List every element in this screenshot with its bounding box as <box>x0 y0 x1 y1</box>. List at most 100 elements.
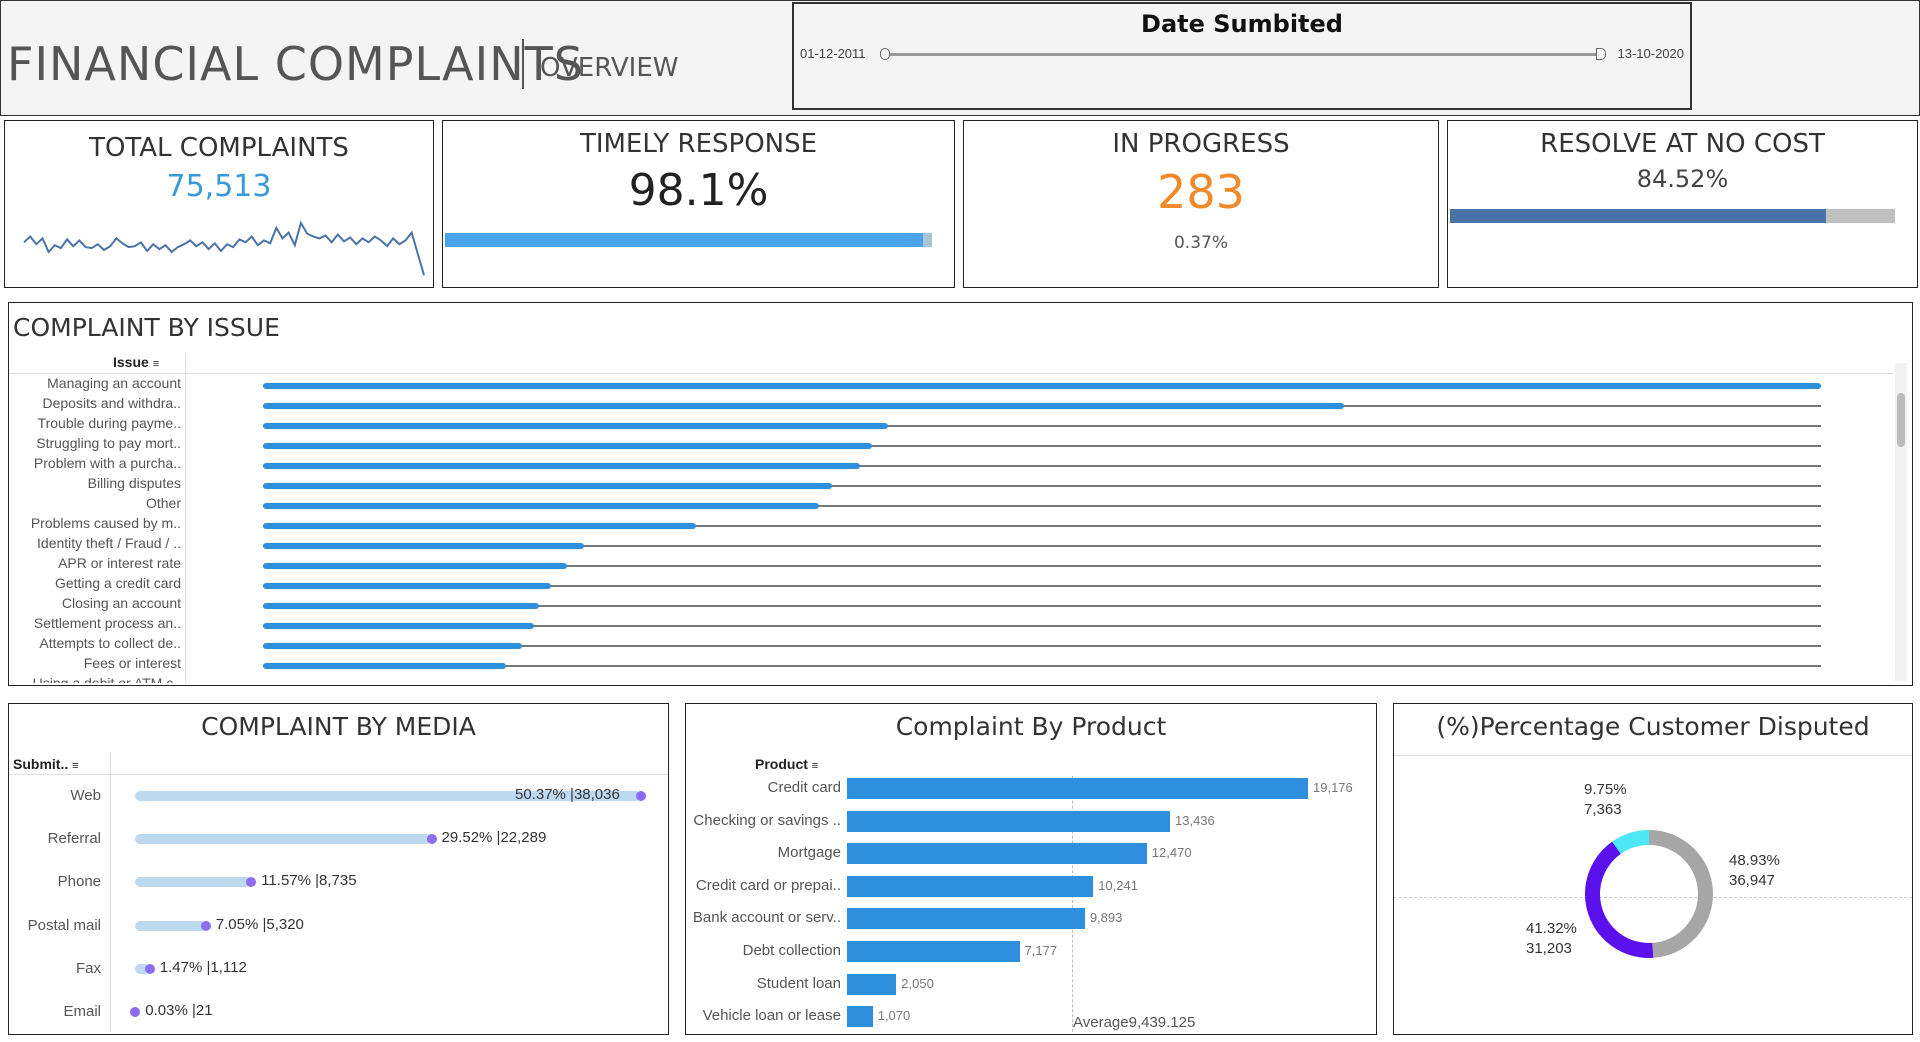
complaint-by-media-panel: COMPLAINT BY MEDIA Submit.. ≡ Web 50.37% … <box>8 703 669 1035</box>
media-dot[interactable] <box>144 963 155 974</box>
media-dot[interactable] <box>130 1007 141 1017</box>
issue-label: Billing disputes <box>87 475 181 491</box>
in-progress-title: IN PROGRESS <box>1112 129 1290 159</box>
media-dot[interactable] <box>200 920 211 931</box>
sort-icon[interactable]: ≡ <box>153 358 159 370</box>
issue-row[interactable]: Billing disputes <box>9 475 1893 495</box>
product-value-label: 9,893 <box>1089 910 1123 926</box>
average-label: Average9,439.125 <box>1073 1014 1196 1031</box>
issue-bar[interactable] <box>263 583 552 589</box>
donut-purple-count: 31,203 <box>1526 940 1572 957</box>
product-bar[interactable] <box>847 908 1085 930</box>
product-label: Debt collection <box>742 942 841 959</box>
issue-bar[interactable] <box>263 523 697 529</box>
media-dot[interactable] <box>636 791 646 801</box>
resolve-no-cost-card: RESOLVE AT NO COST 84.52% <box>1447 120 1918 288</box>
issue-scrollbar-thumb[interactable] <box>1897 393 1905 447</box>
issue-column-header[interactable]: Issue ≡ <box>113 354 159 370</box>
media-value-label: 0.03% |21 <box>145 1002 213 1019</box>
resolve-no-cost-bar-track <box>1450 209 1895 223</box>
issue-row[interactable]: Identity theft / Fraud / .. <box>9 535 1893 555</box>
issue-bar[interactable] <box>263 603 539 609</box>
complaint-by-product-panel: Complaint By Product Product ≡ Credit ca… <box>685 703 1377 1035</box>
issue-bar[interactable] <box>263 383 1821 389</box>
date-slider-end-handle[interactable] <box>1596 48 1606 60</box>
issue-bar[interactable] <box>263 543 584 549</box>
media-value-label: 50.37% |38,036 <box>515 786 620 803</box>
issue-bar[interactable] <box>263 403 1345 409</box>
product-bar[interactable] <box>847 843 1147 865</box>
media-bar[interactable] <box>135 920 206 931</box>
issue-chart-title: COMPLAINT BY ISSUE <box>13 313 280 342</box>
issue-label: Other <box>145 495 181 511</box>
issue-row[interactable]: Fees or interest <box>9 655 1893 675</box>
issue-label: Fees or interest <box>83 655 181 671</box>
disputed-header-divider <box>1394 755 1912 756</box>
product-bar[interactable] <box>847 778 1308 799</box>
media-dot[interactable] <box>426 834 437 845</box>
product-bar[interactable] <box>847 1006 873 1028</box>
issue-row[interactable]: Struggling to pay mort.. <box>9 435 1893 455</box>
issue-label: APR or interest rate <box>58 555 181 571</box>
issue-row[interactable]: Deposits and withdra.. <box>9 395 1893 415</box>
media-dot[interactable] <box>246 877 257 888</box>
total-complaints-sparkline <box>23 220 425 276</box>
media-bar[interactable] <box>135 834 432 845</box>
date-slider-start-handle[interactable] <box>880 48 890 60</box>
issue-bar[interactable] <box>263 463 860 469</box>
issue-row[interactable]: Trouble during payme.. <box>9 415 1893 435</box>
issue-row[interactable]: APR or interest rate <box>9 555 1893 575</box>
timely-response-card: TIMELY RESPONSE 98.1% <box>442 120 955 288</box>
issue-row[interactable]: Settlement process an.. <box>9 615 1893 635</box>
issue-row[interactable]: Attempts to collect de.. <box>9 635 1893 655</box>
product-label: Mortgage <box>777 844 841 862</box>
issue-row[interactable]: Using a debit or ATM c.. <box>9 675 1893 683</box>
issue-label: Getting a credit card <box>54 575 181 591</box>
donut-label-cyan: 9.75% 7,363 <box>1584 780 1627 820</box>
issue-bar[interactable] <box>263 443 873 449</box>
issue-label: Identity theft / Fraud / .. <box>37 535 181 551</box>
issue-row[interactable]: Other <box>9 495 1893 515</box>
sparkline-series-line <box>23 220 425 276</box>
issue-label: Struggling to pay mort.. <box>36 435 181 451</box>
issue-bar[interactable] <box>263 483 832 489</box>
product-rows: Credit card 19,176 Checking or savings .. 1… <box>686 704 1376 1034</box>
date-start-label: 01-12-2011 <box>800 46 866 61</box>
product-bar[interactable] <box>847 973 897 995</box>
media-rows: Web 50.37% |38,036 Referral 29.52% |22,289 P… <box>9 704 668 1034</box>
date-slider-track[interactable] <box>886 53 1600 56</box>
dashboard-title: FINANCIAL COMPLAINTS <box>7 37 584 91</box>
issue-row[interactable]: Closing an account <box>9 595 1893 615</box>
issue-bar[interactable] <box>263 623 535 629</box>
timely-response-bar-track <box>445 233 932 247</box>
product-label: Checking or savings .. <box>693 811 841 829</box>
media-label: Phone <box>57 873 101 891</box>
resolve-no-cost-bar-fill <box>1450 209 1827 223</box>
resolve-no-cost-title: RESOLVE AT NO COST <box>1540 129 1825 159</box>
issue-label: Closing an account <box>61 595 181 611</box>
media-value-label: 29.52% |22,289 <box>441 829 547 847</box>
issue-bar[interactable] <box>263 663 507 669</box>
product-bar[interactable] <box>847 941 1020 962</box>
donut-grey-count: 36,947 <box>1729 872 1775 889</box>
product-bar[interactable] <box>847 810 1170 832</box>
issue-label: Problems caused by m.. <box>30 515 181 531</box>
media-bar[interactable] <box>135 877 252 888</box>
issue-row[interactable]: Managing an account <box>9 375 1893 395</box>
issue-bar[interactable] <box>263 563 567 569</box>
product-value-label: 13,436 <box>1175 812 1215 828</box>
product-bar[interactable] <box>847 875 1094 897</box>
issue-row[interactable]: Getting a credit card <box>9 575 1893 595</box>
issue-label: Trouble during payme.. <box>37 415 181 431</box>
donut-slice-disputed[interactable] <box>1585 841 1654 958</box>
issue-bar[interactable] <box>263 503 820 509</box>
issue-bar[interactable] <box>263 423 888 429</box>
product-value-label: 1,070 <box>877 1008 911 1024</box>
product-value-label: 12,470 <box>1151 845 1192 861</box>
in-progress-value: 283 <box>1157 165 1245 219</box>
donut-slice-not-disputed[interactable] <box>1649 830 1713 958</box>
issue-row[interactable]: Problem with a purcha.. <box>9 455 1893 475</box>
issue-row[interactable]: Problems caused by m.. <box>9 515 1893 535</box>
issue-bar[interactable] <box>263 643 522 649</box>
product-label: Credit card or prepai.. <box>695 876 841 894</box>
